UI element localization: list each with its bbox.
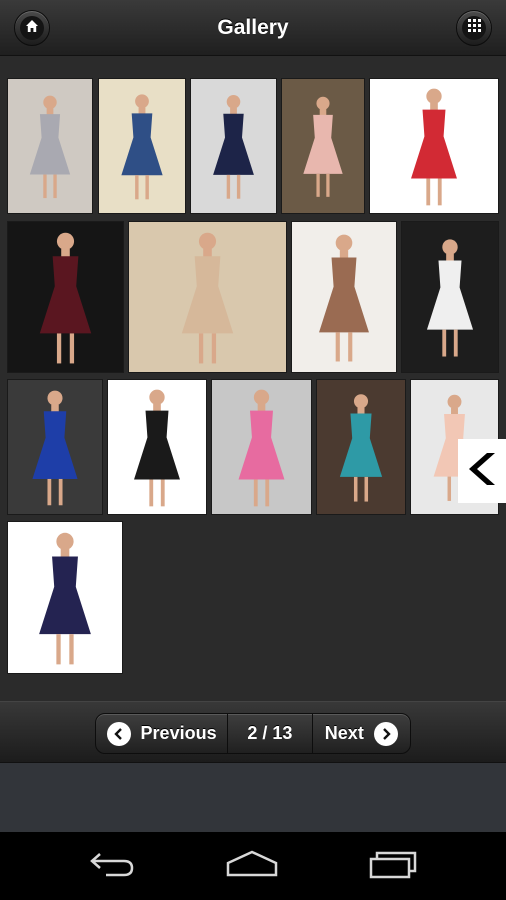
dress-photo: [411, 88, 457, 206]
dress-photo: [319, 234, 369, 362]
arrow-left-icon: [106, 721, 131, 746]
dress-photo: [339, 394, 383, 502]
next-label: Next: [324, 723, 364, 743]
chevron-left-icon: [465, 451, 499, 492]
previous-label: Previous: [140, 723, 217, 743]
thumb-champagne-gown[interactable]: [128, 221, 287, 373]
previous-button[interactable]: Previous: [96, 714, 227, 753]
dress-photo: [181, 232, 234, 364]
thumb-pastel-pair-dresses[interactable]: [211, 379, 312, 515]
thumb-navy-ruffle-dress[interactable]: [190, 78, 277, 214]
grid-view-button[interactable]: [456, 10, 492, 46]
back-icon: [88, 850, 136, 883]
thumb-white-beaded-dress[interactable]: [401, 221, 499, 373]
dress-photo: [213, 95, 254, 199]
thumb-bronze-satin-dress[interactable]: [291, 221, 397, 373]
dress-photo: [238, 389, 285, 507]
thumb-red-lace-dress[interactable]: [369, 78, 499, 214]
gallery-grid: [0, 56, 506, 701]
side-prev-arrow[interactable]: [458, 439, 506, 503]
dress-photo: [32, 390, 78, 506]
dress-photo: [303, 96, 343, 197]
thumb-silver-gown[interactable]: [7, 78, 93, 214]
dress-photo: [39, 532, 91, 665]
recents-button[interactable]: [364, 844, 424, 888]
thumb-royal-blue-dress[interactable]: [7, 379, 103, 515]
dress-photo: [39, 232, 92, 364]
dress-photo: [134, 389, 180, 507]
page-title: Gallery: [217, 16, 289, 39]
home-outline-icon: [225, 849, 279, 884]
thumb-teal-hi-lo-dress[interactable]: [316, 379, 406, 515]
dress-photo: [426, 239, 474, 357]
empty-footer-area: [0, 763, 506, 832]
next-button[interactable]: Next: [311, 714, 410, 753]
thumb-black-hi-lo-dress[interactable]: [107, 379, 207, 515]
dress-photo: [121, 94, 163, 200]
grid-icon: [467, 19, 481, 37]
recents-icon: [369, 849, 419, 884]
thumb-navy-strapless-dress[interactable]: [7, 521, 123, 674]
header-bar: Gallery: [0, 0, 506, 56]
arrow-right-icon: [373, 721, 398, 746]
back-button[interactable]: [82, 844, 142, 888]
pager-bar: Previous 2 / 13 Next: [0, 701, 506, 763]
home-nav-button[interactable]: [222, 844, 282, 888]
dress-photo: [29, 95, 71, 199]
pager-control: Previous 2 / 13 Next: [95, 713, 411, 754]
thumb-burgundy-v-neck-dress[interactable]: [7, 221, 124, 373]
thumb-navy-satin-dress[interactable]: [98, 78, 186, 214]
thumb-blush-short-dress[interactable]: [281, 78, 365, 214]
page-indicator: 2 / 13: [227, 714, 311, 753]
system-nav-bar: [0, 832, 506, 900]
